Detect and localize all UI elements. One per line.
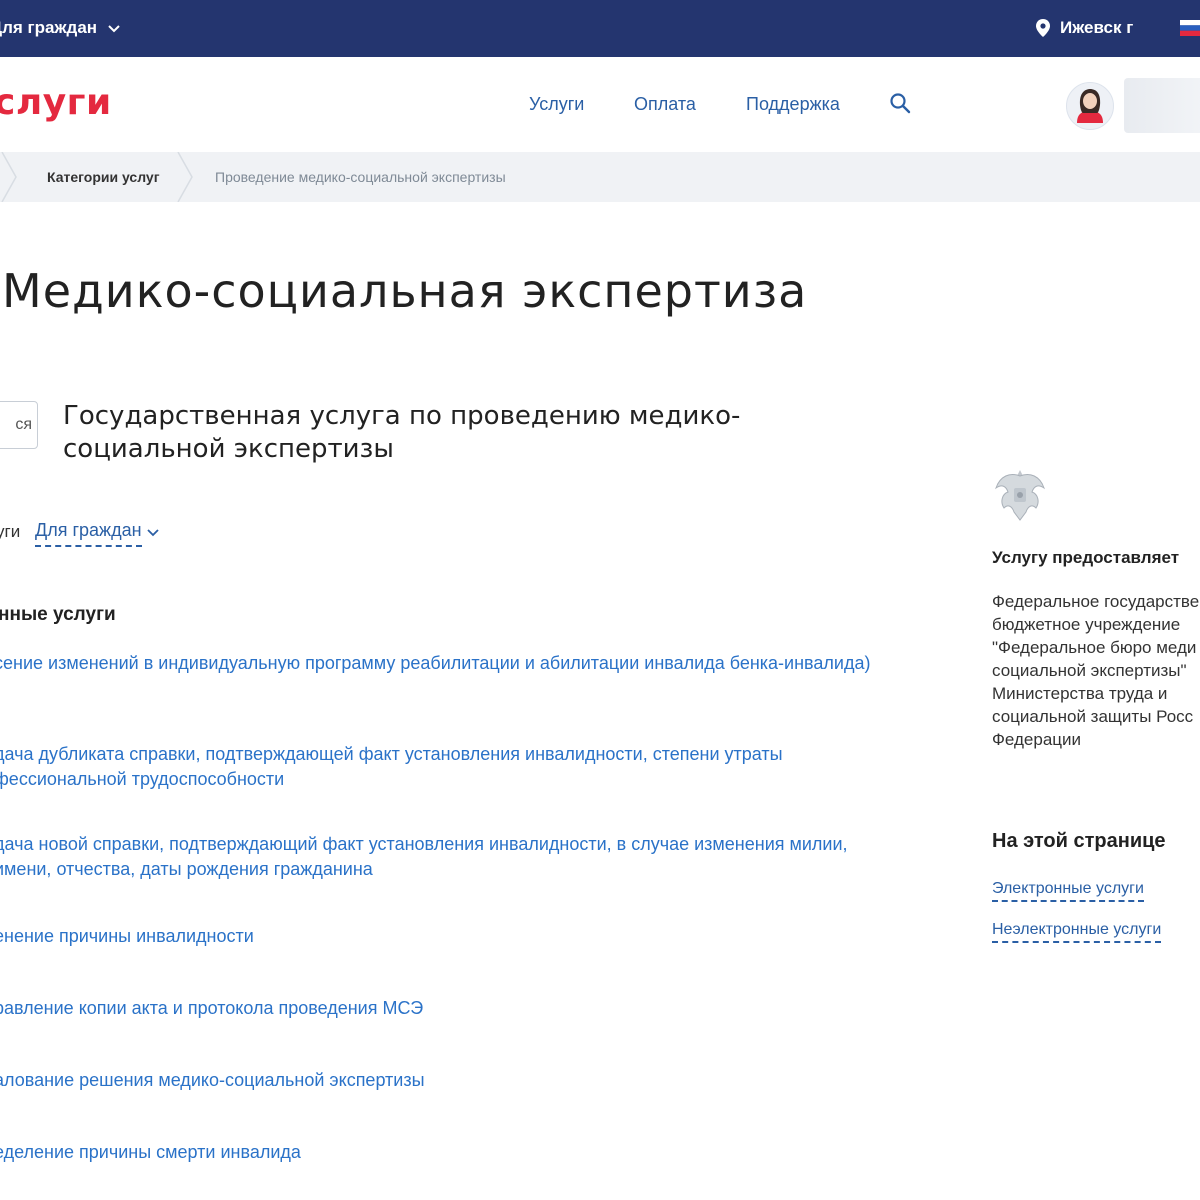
city-label: Ижевск г: [1060, 18, 1134, 37]
breadcrumb-separator-icon: [177, 152, 193, 202]
service-link[interactable]: еделение причины смерти инвалида: [0, 1140, 894, 1165]
share-button-label: ся: [15, 416, 32, 433]
anchor-non-electronic-services[interactable]: Неэлектронные услуги: [992, 921, 1162, 943]
service-link[interactable]: енение причины инвалидности: [0, 924, 894, 949]
site-header: [0, 57, 1200, 152]
nav-support[interactable]: Поддержка: [746, 94, 840, 115]
share-button[interactable]: ся: [0, 401, 38, 449]
user-avatar-icon[interactable]: [1066, 82, 1114, 130]
breadcrumb: [0, 152, 1200, 202]
breadcrumb-categories[interactable]: Категории услуг: [47, 169, 160, 185]
site-logo[interactable]: слуги: [0, 82, 112, 123]
service-link[interactable]: дача новой справки, подтверждающий факт …: [0, 832, 894, 882]
top-bar: Для граждан Ижевск г: [0, 0, 1200, 57]
service-link[interactable]: алование решения медико-социальной экспе…: [0, 1068, 894, 1093]
on-page-heading: На этой странице: [992, 830, 1166, 852]
service-link[interactable]: дача дубликата справки, подтверждающей ф…: [0, 742, 894, 792]
chevron-down-icon[interactable]: [146, 525, 160, 539]
language-flag-icon[interactable]: [1180, 20, 1200, 36]
search-icon[interactable]: [889, 92, 911, 114]
russian-emblem-icon: [995, 470, 1045, 521]
audience-selector[interactable]: Для граждан: [0, 18, 121, 38]
anchor-electronic-services[interactable]: Электронные услуги: [992, 880, 1144, 902]
nav-payment[interactable]: Оплата: [634, 94, 696, 115]
filter-label: уги: [0, 522, 21, 541]
audience-filter[interactable]: Для граждан: [35, 520, 142, 547]
section-heading: нные услуги: [0, 604, 116, 625]
audience-label: Для граждан: [0, 18, 98, 37]
breadcrumb-separator-icon: [1, 152, 17, 202]
login-area[interactable]: [1124, 78, 1200, 133]
city-selector[interactable]: Ижевск г: [1036, 18, 1133, 38]
service-link[interactable]: равление копии акта и протокола проведен…: [0, 996, 894, 1021]
chevron-down-icon: [108, 25, 120, 33]
nav-services[interactable]: Услуги: [529, 94, 584, 115]
breadcrumb-current: Проведение медико-социальной экспертизы: [215, 169, 506, 185]
location-pin-icon: [1036, 19, 1050, 37]
page-title: Медико-социальная экспертиза: [2, 264, 808, 318]
service-link[interactable]: сение изменений в индивидуальную програм…: [0, 651, 894, 676]
provider-name: Федеральное государстве бюджетное учрежд…: [992, 592, 1200, 749]
provider-heading: Услугу предоставляет: [992, 548, 1180, 567]
service-subtitle: Государственная услуга по проведению мед…: [63, 401, 741, 464]
